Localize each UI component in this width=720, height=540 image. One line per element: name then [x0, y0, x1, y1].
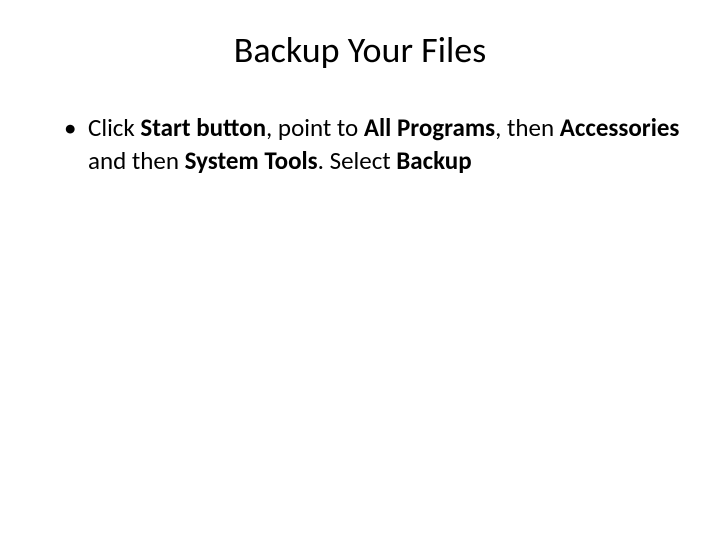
text-segment: . Select — [318, 145, 397, 176]
bold-text: System Tools — [185, 145, 318, 176]
bold-text: All Programs — [364, 112, 495, 143]
bold-text: Accessories — [560, 112, 680, 143]
bullet-item: Click Start button, point to All Program… — [64, 112, 680, 177]
bullet-list: Click Start button, point to All Program… — [40, 112, 680, 177]
slide-title: Backup Your Files — [40, 28, 680, 72]
bold-text: Start button — [140, 112, 266, 143]
text-segment: , then — [495, 112, 560, 143]
text-segment: and then — [88, 145, 185, 176]
text-segment: Click — [88, 112, 140, 143]
text-segment: , point to — [266, 112, 364, 143]
bold-text: Backup — [396, 145, 471, 176]
